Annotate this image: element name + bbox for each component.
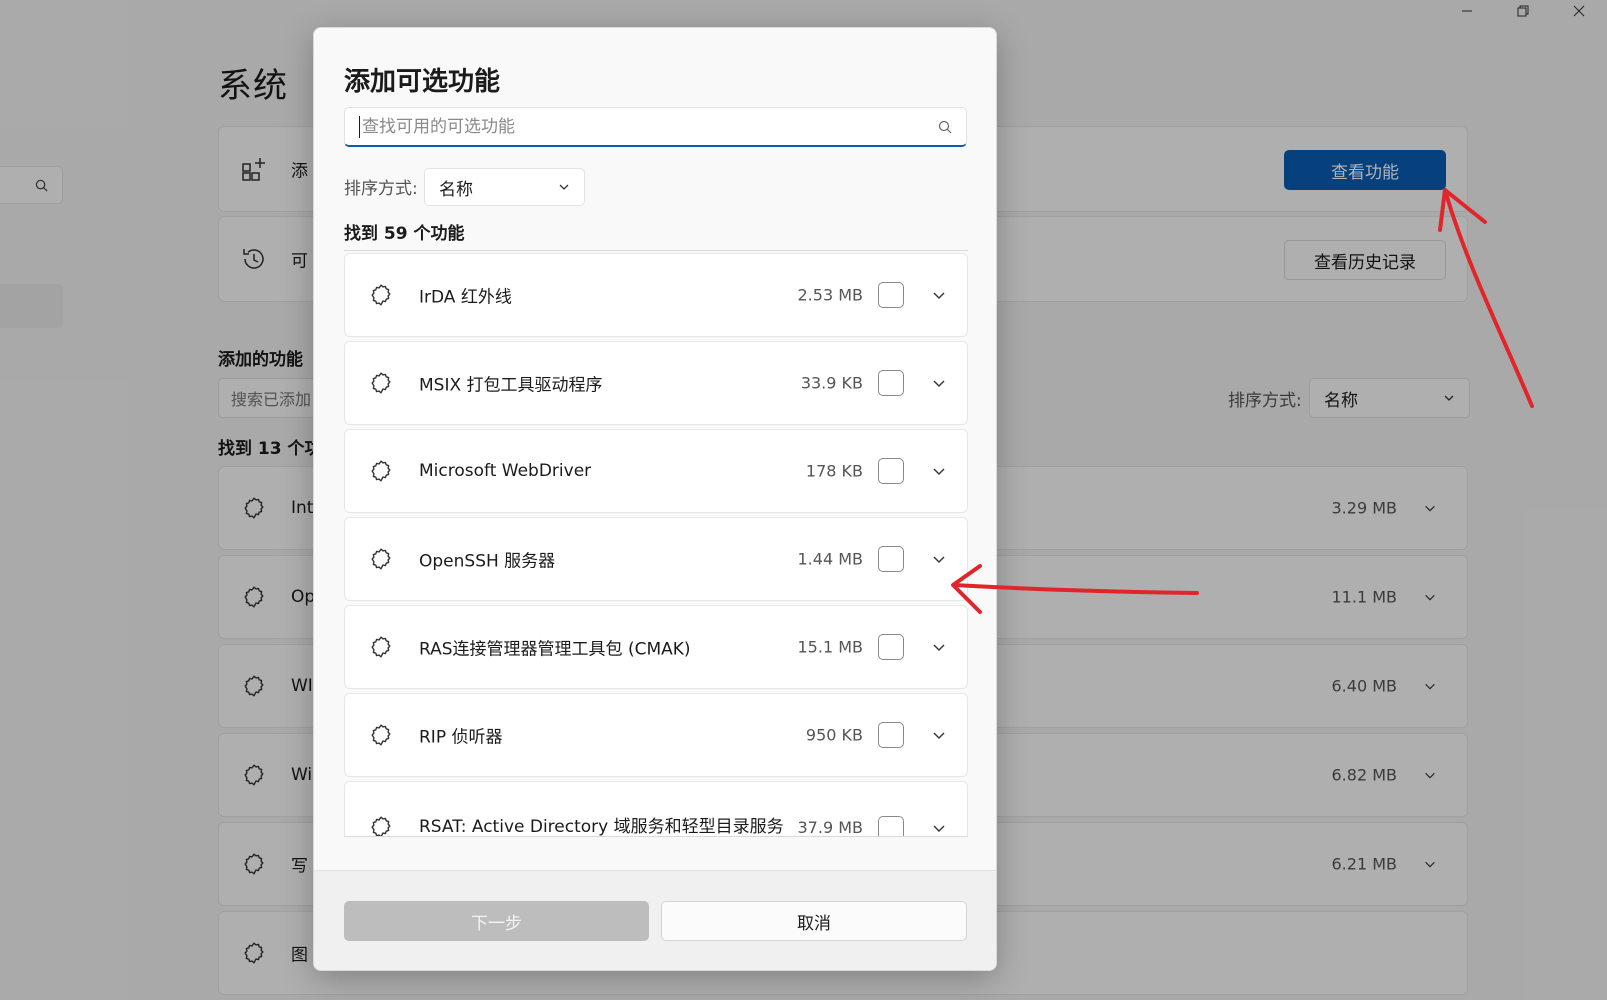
feature-checkbox[interactable]: [878, 722, 904, 748]
feature-checkbox[interactable]: [878, 816, 904, 836]
feature-checkbox[interactable]: [878, 634, 904, 660]
feature-name: RSAT: Active Directory 域服务和轻型目录服务: [419, 817, 784, 837]
puzzle-icon: [371, 372, 391, 394]
feature-name: RIP 侦听器: [419, 727, 503, 748]
cancel-button[interactable]: 取消: [661, 901, 967, 941]
chevron-down-icon: [559, 184, 569, 190]
feature-item[interactable]: RIP 侦听器 950 KB: [344, 693, 968, 777]
text-caret: [359, 115, 360, 138]
sort-value: 名称: [439, 179, 473, 200]
found-count: 找到 59 个功能: [344, 224, 465, 244]
puzzle-icon: [371, 284, 391, 306]
feature-size: 1.44 MB: [797, 549, 864, 569]
feature-list[interactable]: IrDA 红外线 2.53 MB MSIX 打包工具驱动程序 33.9 KB Micro…: [344, 250, 968, 837]
feature-checkbox[interactable]: [878, 370, 904, 396]
feature-size: 950 KB: [805, 725, 863, 745]
chevron-down-icon[interactable]: [931, 551, 947, 567]
add-optional-features-dialog: 添加可选功能 排序方式: 名称 找到 59 个功能 IrDA 红外线 2.53 M…: [313, 27, 997, 971]
chevron-down-icon[interactable]: [931, 820, 947, 836]
feature-size: 33.9 KB: [800, 373, 863, 393]
feature-item[interactable]: MSIX 打包工具驱动程序 33.9 KB: [344, 341, 968, 425]
feature-item[interactable]: OpenSSH 服务器 1.44 MB: [344, 517, 968, 601]
feature-item[interactable]: RSAT: Active Directory 域服务和轻型目录服务 37.9 MB: [344, 781, 968, 837]
feature-name: MSIX 打包工具驱动程序: [419, 375, 603, 396]
feature-item[interactable]: IrDA 红外线 2.53 MB: [344, 253, 968, 337]
sort-label: 排序方式:: [344, 179, 418, 199]
feature-name: IrDA 红外线: [419, 287, 512, 308]
feature-name: RAS连接管理器管理工具包 (CMAK): [419, 639, 691, 660]
feature-checkbox[interactable]: [878, 458, 904, 484]
puzzle-icon: [371, 636, 391, 658]
chevron-down-icon[interactable]: [931, 287, 947, 303]
feature-search-input[interactable]: [362, 116, 938, 137]
chevron-down-icon[interactable]: [931, 463, 947, 479]
feature-size: 2.53 MB: [797, 285, 864, 305]
puzzle-icon: [371, 460, 391, 482]
dialog-footer: 下一步 取消: [314, 870, 996, 970]
feature-size: 37.9 MB: [797, 818, 864, 837]
feature-item[interactable]: Microsoft WebDriver 178 KB: [344, 429, 968, 513]
chevron-down-icon[interactable]: [931, 727, 947, 743]
feature-item[interactable]: RAS连接管理器管理工具包 (CMAK) 15.1 MB: [344, 605, 968, 689]
feature-checkbox[interactable]: [878, 282, 904, 308]
search-icon: [938, 120, 952, 133]
puzzle-icon: [371, 548, 391, 570]
sort-dropdown[interactable]: 名称: [424, 168, 585, 206]
feature-size: 178 KB: [805, 461, 863, 481]
chevron-down-icon[interactable]: [931, 375, 947, 391]
feature-name: OpenSSH 服务器: [419, 551, 556, 572]
next-button[interactable]: 下一步: [344, 901, 649, 941]
feature-search-box[interactable]: [344, 107, 967, 147]
feature-size: 15.1 MB: [797, 637, 864, 657]
puzzle-icon: [371, 724, 391, 746]
feature-checkbox[interactable]: [878, 546, 904, 572]
chevron-down-icon[interactable]: [931, 639, 947, 655]
puzzle-icon: [371, 816, 391, 836]
feature-name: Microsoft WebDriver: [419, 461, 592, 481]
dialog-title: 添加可选功能: [344, 67, 501, 97]
